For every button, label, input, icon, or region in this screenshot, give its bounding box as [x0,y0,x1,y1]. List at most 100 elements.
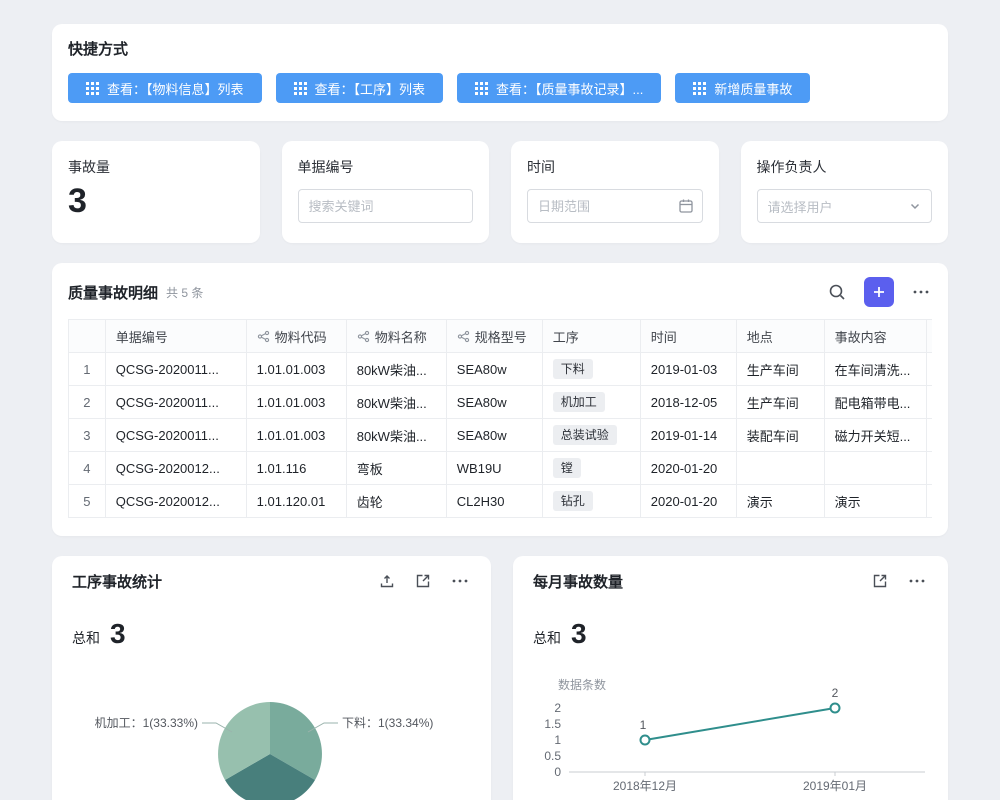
pie-total-value: 3 [110,618,126,650]
cell-name: 80kW柴油... [346,353,446,386]
pie-more-button[interactable] [449,570,471,592]
pie-chart-title: 工序事故统计 [72,571,162,592]
relation-icon [457,330,470,343]
line-more-button[interactable] [906,570,928,592]
process-accident-pie-card: 工序事故统计 总和 3 [52,556,491,800]
cell-doc: QCSG-2020011... [105,419,246,452]
cell-spec: WB19U [446,452,542,485]
row-index: 5 [69,485,106,518]
x-tick-label: 2019年01月 [803,779,867,793]
export-icon [379,573,395,589]
cell-time: 2019-01-03 [640,353,736,386]
data-point[interactable] [641,736,650,745]
row-index: 3 [69,419,106,452]
table-scroll-area[interactable]: 单据编号 物料代码 物料名称 规格型号 工序 时间 地点 事故内容 操作人 1 [68,319,932,518]
table-row[interactable]: 5 QCSG-2020012... 1.01.120.01 齿轮 CL2H30 … [69,485,933,518]
row-index: 4 [69,452,106,485]
accident-count-label: 事故量 [68,157,244,177]
dashboard-page: 快捷方式 查看：【物料信息】列表 查看：【工序】列表 查看：【质量事故记录】..… [0,0,1000,800]
cell-time: 2018-12-05 [640,386,736,419]
cell-place: 演示 [736,485,824,518]
data-point[interactable] [831,704,840,713]
table-row[interactable]: 3 QCSG-2020011... 1.01.01.003 80kW柴油... … [69,419,933,452]
button-label: 查看：【工序】列表 [315,79,426,98]
accident-count-card: 事故量 3 [52,141,260,243]
search-button[interactable] [826,281,848,303]
process-tag: 下料 [553,359,593,379]
y-axis-name: 数据条数 [558,677,606,692]
col-doc-number: 单据编号 [105,320,246,353]
open-fullscreen-button[interactable] [870,571,890,591]
monthly-accident-line-card: 每月事故数量 总和 3 数据条数 2 1.5 1 0.5 [513,556,948,800]
doc-number-search-input[interactable] [298,189,474,223]
charts-row: 工序事故统计 总和 3 [52,556,948,800]
add-record-button[interactable] [864,277,894,307]
cell-content [824,452,926,485]
grid-icon [294,82,307,95]
table-row[interactable]: 4 QCSG-2020012... 1.01.116 弯板 WB19U 镗 20… [69,452,933,485]
cell-place [736,452,824,485]
pie-chart: 机加工：1(33.33%) 下料：1(33.34%) 总装试验：1(33.33%… [52,652,491,800]
add-quality-accident-button[interactable]: 新增质量事故 [675,73,810,103]
button-label: 新增质量事故 [714,79,792,98]
cell-operator [926,353,932,386]
cell-spec: SEA80w [446,353,542,386]
cell-spec: SEA80w [446,386,542,419]
table-record-count: 共 5 条 [166,284,203,301]
col-content: 事故内容 [824,320,926,353]
point-label: 2 [832,686,839,700]
cell-name: 80kW柴油... [346,419,446,452]
cell-process: 总装试验 [542,419,640,452]
cell-name: 齿轮 [346,485,446,518]
cell-time: 2020-01-20 [640,485,736,518]
operator-select[interactable]: 请选择用户 [757,189,933,223]
accident-count-value: 3 [68,183,244,220]
export-button[interactable] [377,571,397,591]
date-range-input[interactable] [527,189,703,223]
cell-spec: SEA80w [446,419,542,452]
more-icon [912,283,930,301]
pie-label-right: 下料：1(33.34%) [342,716,433,730]
cell-operator [926,419,932,452]
table-title: 质量事故明细 [68,282,158,303]
cell-name: 80kW柴油... [346,386,446,419]
cell-code: 1.01.116 [246,452,346,485]
y-tick: 1.5 [544,717,561,731]
chevron-down-icon [909,200,921,212]
col-time: 时间 [640,320,736,353]
table-row[interactable]: 1 QCSG-2020011... 1.01.01.003 80kW柴油... … [69,353,933,386]
calendar-icon [678,198,694,219]
line-chart: 数据条数 2 1.5 1 0.5 0 1 2 2018年12月 2019年01月… [533,667,933,800]
grid-icon [693,82,706,95]
cell-content: 配电箱带电... [824,386,926,419]
view-process-list-button[interactable]: 查看：【工序】列表 [276,73,444,103]
cell-place: 生产车间 [736,386,824,419]
col-operator: 操作人 [926,320,932,353]
pie-total-label: 总和 [72,628,100,648]
point-label: 1 [640,718,647,732]
operator-filter-label: 操作负责人 [757,157,933,177]
cell-content: 演示 [824,485,926,518]
more-icon [908,572,926,590]
process-tag: 总装试验 [553,425,617,445]
y-tick: 1 [554,733,561,747]
shortcuts-title: 快捷方式 [68,38,932,59]
button-label: 查看：【物料信息】列表 [107,79,244,98]
cell-content: 在车间清洗... [824,353,926,386]
time-filter-card: 时间 [511,141,719,243]
col-place: 地点 [736,320,824,353]
process-tag: 镗 [553,458,581,478]
y-tick: 2 [554,701,561,715]
table-more-button[interactable] [910,281,932,303]
line-total-value: 3 [571,618,587,650]
pie-label-left: 机加工：1(33.33%) [95,716,198,730]
open-fullscreen-button[interactable] [413,571,433,591]
line-total-label: 总和 [533,628,561,648]
view-quality-record-list-button[interactable]: 查看：【质量事故记录】... [457,73,661,103]
filter-row: 事故量 3 单据编号 时间 操作负责人 请选择用户 [52,141,948,243]
process-tag: 机加工 [553,392,605,412]
data-line [645,708,835,740]
table-row[interactable]: 2 QCSG-2020011... 1.01.01.003 80kW柴油... … [69,386,933,419]
line-chart-title: 每月事故数量 [533,571,623,592]
view-material-list-button[interactable]: 查看：【物料信息】列表 [68,73,262,103]
